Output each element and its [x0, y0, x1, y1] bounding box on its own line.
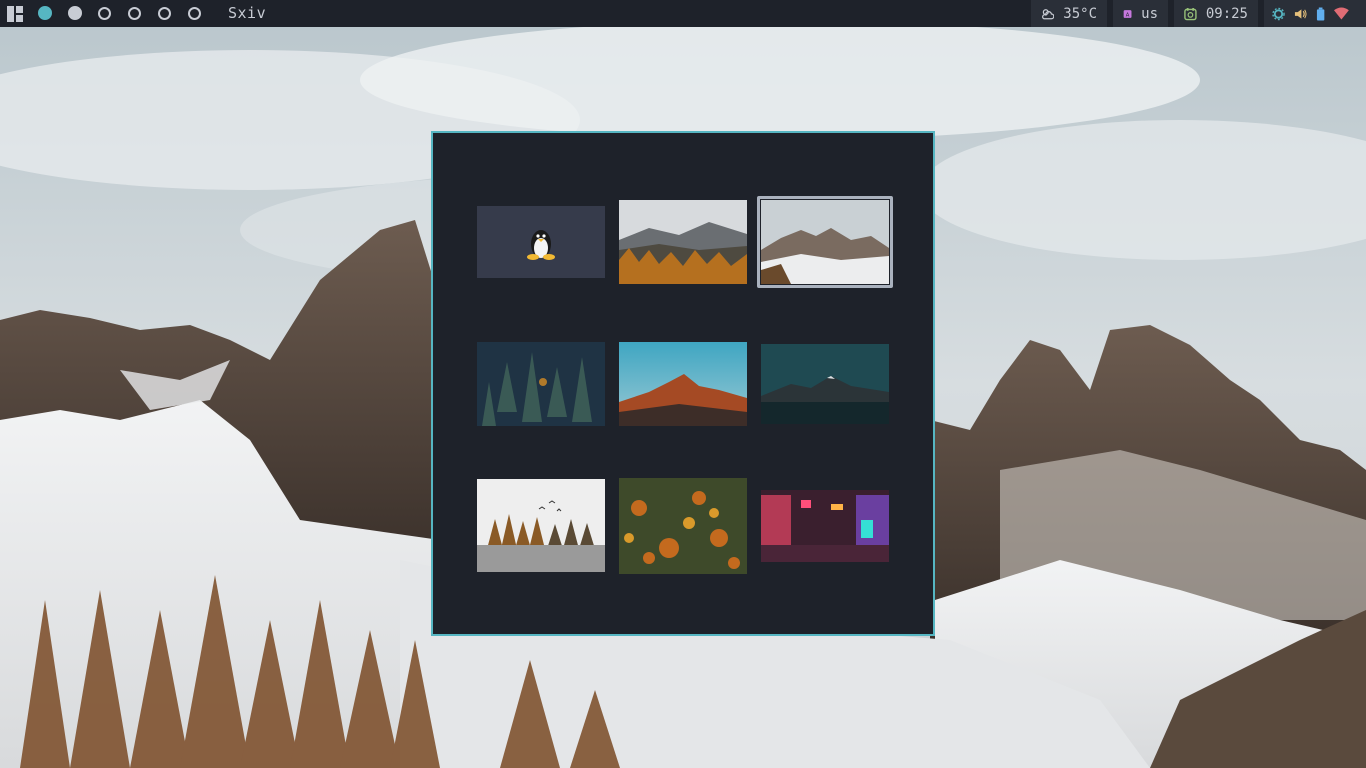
clock-time: 09:25 [1205, 5, 1248, 22]
battery-icon[interactable] [1316, 7, 1325, 21]
window-title: Sxiv [228, 4, 267, 22]
thumbnail-snowy-rocky-peaks[interactable] [761, 200, 889, 284]
wifi-icon[interactable] [1334, 7, 1350, 21]
volume-icon[interactable] [1294, 7, 1307, 21]
workspace-occupied-dot-icon[interactable] [68, 6, 82, 20]
thumbnail-pine-forest-aerial[interactable] [477, 342, 605, 426]
clock-module[interactable]: 09:25 [1174, 0, 1258, 27]
cloud-sun-icon [1042, 8, 1055, 19]
workspace-empty-circle-icon[interactable] [188, 7, 201, 20]
keyboard-layout-module[interactable]: A us [1113, 0, 1168, 27]
thumbnail-teal-mountain-lake[interactable] [761, 344, 889, 424]
weather-module[interactable]: 35°C [1031, 0, 1107, 27]
clock-icon [1184, 7, 1197, 20]
thumbnail-autumn-mountain-valley[interactable] [619, 200, 747, 284]
thumbnail-neon-city-street[interactable] [761, 490, 889, 562]
thumbnail-tux-logo[interactable] [477, 206, 605, 278]
keyboard-layout-value: us [1141, 5, 1158, 22]
workspace-empty-circle-icon[interactable] [158, 7, 171, 20]
layout-grid-icon[interactable] [7, 6, 23, 22]
workspace-active-dot-icon[interactable] [38, 6, 52, 20]
workspace-empty-circle-icon[interactable] [128, 7, 141, 20]
top-bar: Sxiv 35°C A us 09:25 [0, 0, 1366, 27]
workspace-empty-circle-icon[interactable] [98, 7, 111, 20]
thumbnail-autumn-forest-aerial[interactable] [619, 478, 747, 574]
keyboard-layout-icon: A [1123, 9, 1132, 18]
system-tray [1264, 0, 1366, 27]
weather-temperature: 35°C [1063, 5, 1097, 22]
thumbnail-sunset-mountain-ridge[interactable] [619, 342, 747, 426]
thumbnail-misty-treeline-birds[interactable] [477, 479, 605, 572]
svg-text:A: A [1126, 12, 1130, 18]
settings-gear-icon[interactable] [1272, 7, 1285, 21]
